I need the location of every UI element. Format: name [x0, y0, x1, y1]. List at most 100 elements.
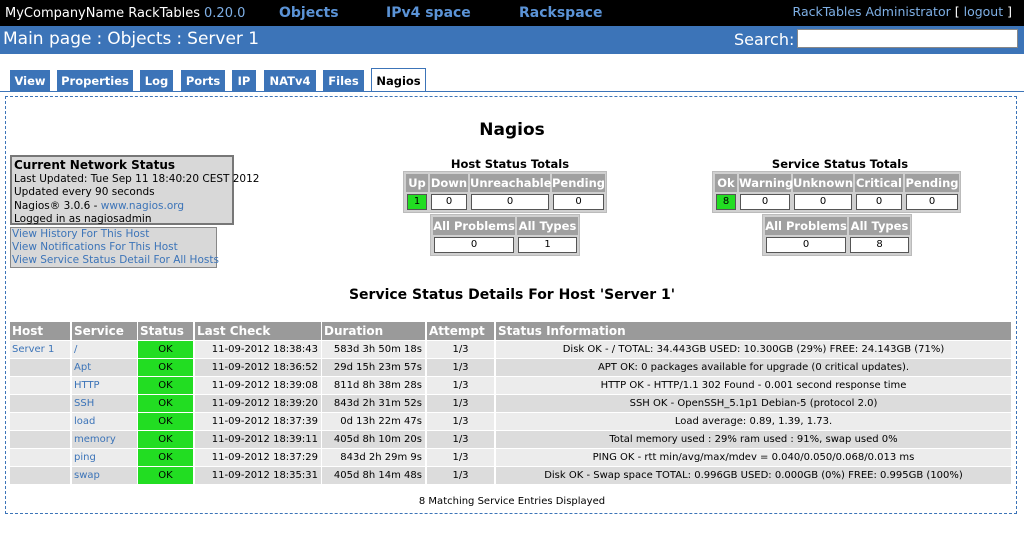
tab-view[interactable]: View [10, 70, 50, 91]
breadcrumb: Main page: Objects: Server 1 [3, 29, 259, 49]
view-service-detail-link[interactable]: View Service Status Detail For All Hosts [11, 254, 219, 267]
col-attempt[interactable]: Attempt [427, 322, 494, 340]
breadcrumb-separator: : [176, 29, 183, 49]
matching-entries-count: 8 Matching Service Entries Displayed [418, 496, 606, 507]
tab-ip[interactable]: IP [232, 70, 256, 91]
host-val-down: 0 [431, 194, 467, 210]
host-hdr-pending[interactable]: Pending [552, 174, 605, 192]
service-host-link[interactable]: Server 1 [10, 341, 70, 358]
tab-bar: View Properties Log Ports IP NATv4 Files… [0, 54, 1024, 92]
tab-log[interactable]: Log [140, 70, 173, 91]
svc-hdr-all-types[interactable]: All Types [849, 217, 910, 235]
host-hdr-all-problems[interactable]: All Problems [433, 217, 515, 235]
network-status-title: Current Network Status [14, 158, 176, 172]
svc-val-critical: 0 [856, 194, 902, 210]
breadcrumb-main-page[interactable]: Main page [3, 29, 91, 49]
status-information: HTTP OK - HTTP/1.1 302 Found - 0.001 sec… [496, 377, 1011, 394]
table-row: ping OK 11-09-2012 18:37:29 843d 2h 29m 9s 1… [10, 449, 1011, 466]
col-status-information[interactable]: Status Information [496, 322, 1011, 340]
nav-ipv4-space[interactable]: IPv4 space [386, 5, 471, 21]
nav-rackspace[interactable]: Rackspace [519, 5, 602, 21]
service-name-link[interactable]: ping [72, 449, 137, 466]
table-row: memory OK 11-09-2012 18:39:11 405d 8h 10m 2… [10, 431, 1011, 448]
service-name-link[interactable]: SSH [72, 395, 137, 412]
duration-value: 29d 15h 23m 57s [322, 359, 425, 376]
search-label: Search: [734, 30, 795, 49]
app-brand[interactable]: MyCompanyName RackTables 0.20.0 [5, 6, 245, 21]
service-host-link [10, 449, 70, 466]
host-val-all-types: 1 [518, 237, 577, 253]
nagios-version-text: Nagios® 3.0.6 - [14, 199, 101, 212]
host-totals-table: Up Down Unreachable Pending 1 0 0 0 [403, 171, 607, 213]
host-hdr-all-types[interactable]: All Types [517, 217, 578, 235]
tab-files[interactable]: Files [323, 70, 364, 91]
last-updated: Last Updated: Tue Sep 11 18:40:20 CEST 2… [14, 172, 260, 185]
last-check-time: 11-09-2012 18:39:08 [195, 377, 321, 394]
app-version: 0.20.0 [204, 6, 246, 21]
tab-ports[interactable]: Ports [181, 70, 225, 91]
table-row: HTTP OK 11-09-2012 18:39:08 811d 8h 38m 28s… [10, 377, 1011, 394]
service-name-link[interactable]: Apt [72, 359, 137, 376]
status-ok-badge: OK [138, 341, 193, 358]
table-row: load OK 11-09-2012 18:37:39 0d 13h 22m 47s 1… [10, 413, 1011, 430]
col-service[interactable]: Service [72, 322, 137, 340]
attempt-value: 1/3 [427, 377, 494, 394]
service-totals-title: Service Status Totals [771, 157, 909, 171]
svc-val-all-types: 8 [850, 237, 909, 253]
nagios-site-link[interactable]: www.nagios.org [101, 200, 184, 212]
service-name-link[interactable]: memory [72, 431, 137, 448]
update-interval: Updated every 90 seconds [14, 186, 155, 198]
col-status[interactable]: Status [138, 322, 193, 340]
service-name-link[interactable]: swap [72, 467, 137, 484]
svc-hdr-pending[interactable]: Pending [905, 174, 959, 192]
search-input[interactable] [797, 29, 1018, 48]
service-name-link[interactable]: / [72, 341, 137, 358]
svc-hdr-warning[interactable]: Warning [739, 174, 793, 192]
col-host[interactable]: Host [10, 322, 70, 340]
network-status-box: Current Network Status Last Updated: Tue… [10, 155, 260, 225]
host-hdr-down[interactable]: Down [430, 174, 468, 192]
breadcrumb-objects[interactable]: Objects [107, 29, 171, 49]
attempt-value: 1/3 [427, 359, 494, 376]
view-notifications-link[interactable]: View Notifications For This Host [11, 241, 216, 254]
last-check-time: 11-09-2012 18:35:31 [195, 467, 321, 484]
service-name-link[interactable]: load [72, 413, 137, 430]
service-totals-table: Ok Warning Unknown Critical Pending 8 0 … [712, 171, 961, 213]
tab-properties[interactable]: Properties [57, 70, 133, 91]
svc-hdr-all-problems[interactable]: All Problems [765, 217, 847, 235]
svc-val-ok: 8 [716, 194, 736, 210]
svc-hdr-critical[interactable]: Critical [855, 174, 903, 192]
nav-objects[interactable]: Objects [279, 5, 339, 21]
user-open-bracket: [ [954, 4, 960, 19]
service-host-link [10, 395, 70, 412]
tab-natv4[interactable]: NATv4 [264, 70, 316, 91]
user-link[interactable]: RackTables Administrator [793, 4, 951, 19]
service-summary-table: All Problems All Types 0 8 [762, 214, 912, 256]
status-ok-badge: OK [138, 449, 193, 466]
breadcrumb-separator: : [96, 29, 103, 49]
service-host-link [10, 359, 70, 376]
host-hdr-up[interactable]: Up [406, 174, 428, 192]
last-check-time: 11-09-2012 18:37:29 [195, 449, 321, 466]
duration-value: 405d 8h 10m 20s [322, 431, 425, 448]
host-hdr-unreachable[interactable]: Unreachable [470, 174, 552, 192]
last-check-time: 11-09-2012 18:36:52 [195, 359, 321, 376]
service-host-link [10, 413, 70, 430]
svc-hdr-ok[interactable]: Ok [715, 174, 737, 192]
view-history-link[interactable]: View History For This Host [11, 228, 216, 241]
service-name-link[interactable]: HTTP [72, 377, 137, 394]
col-duration[interactable]: Duration [322, 322, 425, 340]
svc-hdr-unknown[interactable]: Unknown [793, 174, 853, 192]
breadcrumb-server-1[interactable]: Server 1 [187, 29, 259, 49]
attempt-value: 1/3 [427, 449, 494, 466]
host-summary-table: All Problems All Types 0 1 [430, 214, 580, 256]
status-information: Disk OK - Swap space TOTAL: 0.996GB USED… [496, 467, 1011, 484]
host-links-box: View History For This Host View Notifica… [10, 227, 219, 268]
logout-link[interactable]: logout [964, 4, 1004, 19]
status-ok-badge: OK [138, 413, 193, 430]
table-row: swap OK 11-09-2012 18:35:31 405d 8h 14m 48s… [10, 467, 1011, 484]
tab-nagios[interactable]: Nagios [371, 68, 426, 92]
attempt-value: 1/3 [427, 413, 494, 430]
col-last-check[interactable]: Last Check [195, 322, 321, 340]
table-row: Server 1/OK 11-09-2012 18:38:43 583d 3h 50… [10, 341, 1011, 358]
